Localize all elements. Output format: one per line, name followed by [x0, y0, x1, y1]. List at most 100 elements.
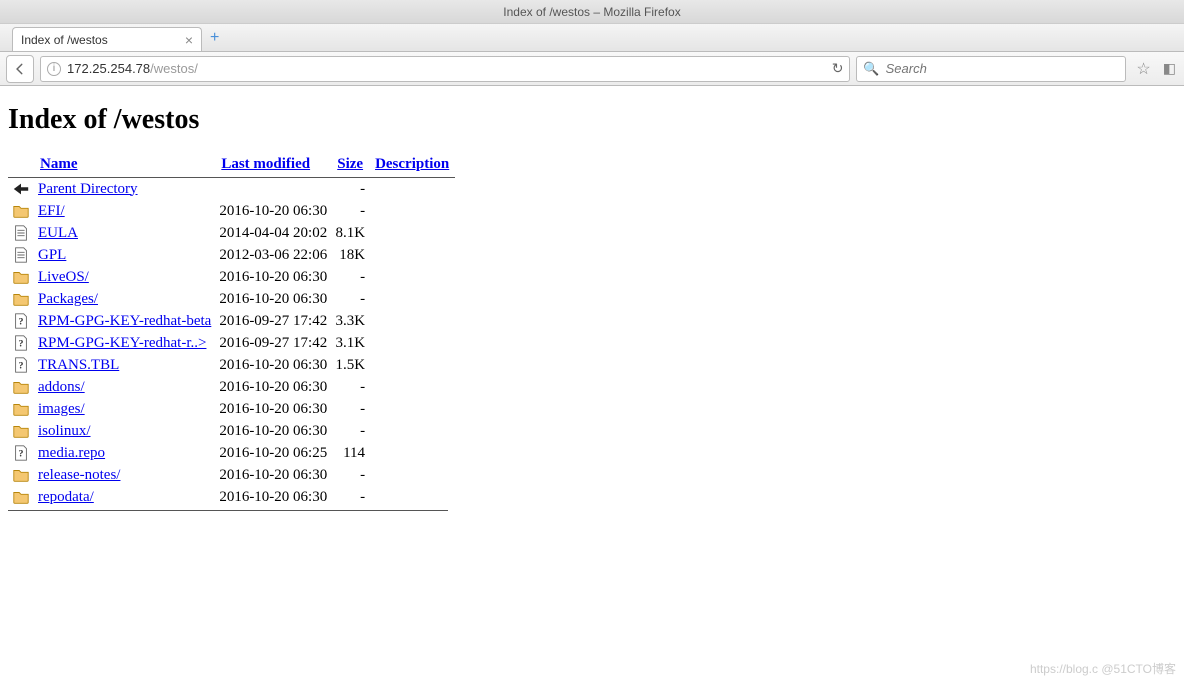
watermark: https://blog.c @51CTO博客: [1030, 660, 1176, 677]
svg-text:?: ?: [19, 339, 24, 350]
file-size: -: [331, 266, 369, 288]
table-row: EULA 2014-04-04 20:028.1K: [8, 222, 455, 244]
file-modified: 2016-10-20 06:30: [215, 288, 331, 310]
file-modified: [215, 178, 331, 201]
page-content: Index of /westos Name Last modified Size…: [0, 86, 1184, 525]
file-desc: [369, 398, 455, 420]
file-link[interactable]: media.repo: [38, 445, 105, 461]
bookmark-star-icon[interactable]: ☆: [1132, 59, 1154, 79]
file-modified: 2016-10-20 06:30: [215, 266, 331, 288]
table-row: GPL2012-03-06 22:0618K: [8, 244, 455, 266]
file-link[interactable]: release-notes/: [38, 467, 120, 483]
file-modified: 2016-10-20 06:30: [215, 420, 331, 442]
url-host: 172.25.254.78: [67, 61, 150, 76]
file-desc: [369, 244, 455, 266]
file-modified: 2016-10-20 06:30: [215, 464, 331, 486]
svg-text:?: ?: [19, 361, 24, 372]
file-size: 8.1K: [331, 222, 369, 244]
file-desc: [369, 486, 455, 508]
file-link[interactable]: images/: [38, 401, 85, 417]
unknown-icon: ?: [8, 332, 34, 354]
folder-icon: [8, 464, 34, 486]
url-bar[interactable]: i 172.25.254.78/westos/ ↻: [40, 56, 850, 82]
file-link[interactable]: GPL: [38, 247, 66, 263]
table-row: ?RPM-GPG-KEY-redhat-beta2016-09-27 17:42…: [8, 310, 455, 332]
file-size: -: [331, 464, 369, 486]
folder-icon: [8, 376, 34, 398]
file-modified: 2016-10-20 06:30: [215, 200, 331, 222]
col-desc[interactable]: Description: [375, 156, 449, 172]
table-row: addons/2016-10-20 06:30-: [8, 376, 455, 398]
folder-icon: [8, 398, 34, 420]
info-icon[interactable]: i: [47, 62, 61, 76]
file-desc: [369, 178, 455, 201]
search-bar[interactable]: 🔍: [856, 56, 1126, 82]
file-link[interactable]: TRANS.TBL: [38, 357, 119, 373]
file-modified: 2014-04-04 20:02: [215, 222, 331, 244]
file-modified: 2016-09-27 17:42: [215, 332, 331, 354]
new-tab-button[interactable]: +: [210, 29, 219, 51]
table-row: ? RPM-GPG-KEY-redhat-r..> 2016-09-27 17:42…: [8, 332, 455, 354]
folder-icon: [8, 266, 34, 288]
table-row: EFI/2016-10-20 06:30-: [8, 200, 455, 222]
file-size: -: [331, 398, 369, 420]
file-link[interactable]: RPM-GPG-KEY-redhat-beta: [38, 313, 211, 329]
file-modified: 2016-10-20 06:30: [215, 376, 331, 398]
file-link[interactable]: EFI/: [38, 203, 65, 219]
file-link[interactable]: repodata/: [38, 489, 94, 505]
file-desc: [369, 376, 455, 398]
reload-icon[interactable]: ↻: [832, 60, 844, 77]
file-link[interactable]: Packages/: [38, 291, 98, 307]
table-row: LiveOS/2016-10-20 06:30-: [8, 266, 455, 288]
file-size: -: [331, 420, 369, 442]
unknown-icon: ?: [8, 442, 34, 464]
file-size: -: [331, 486, 369, 508]
file-link[interactable]: addons/: [38, 379, 85, 395]
file-modified: 2012-03-06 22:06: [215, 244, 331, 266]
folder-icon: [8, 288, 34, 310]
search-input[interactable]: [884, 60, 1120, 77]
search-icon: 🔍: [863, 61, 879, 77]
nav-bar: i 172.25.254.78/westos/ ↻ 🔍 ☆ ◧: [0, 52, 1184, 86]
col-modified[interactable]: Last modified: [221, 156, 310, 172]
page-title: Index of /westos: [8, 104, 1176, 136]
file-modified: 2016-10-20 06:30: [215, 398, 331, 420]
folder-icon: [8, 420, 34, 442]
close-icon[interactable]: ×: [185, 32, 193, 48]
col-size[interactable]: Size: [337, 156, 363, 172]
tab-bar: Index of /westos × +: [0, 24, 1184, 52]
directory-listing: Name Last modified Size Description Pare…: [8, 152, 455, 508]
back-button[interactable]: [6, 55, 34, 83]
back-icon: [8, 178, 34, 201]
back-arrow-icon: [13, 62, 27, 76]
svg-text:?: ?: [19, 317, 24, 328]
file-link[interactable]: LiveOS/: [38, 269, 89, 285]
table-row: repodata/2016-10-20 06:30-: [8, 486, 455, 508]
text-icon: [8, 222, 34, 244]
file-desc: [369, 332, 455, 354]
file-size: 3.3K: [331, 310, 369, 332]
file-link[interactable]: EULA: [38, 225, 78, 241]
file-desc: [369, 354, 455, 376]
folder-icon: [8, 200, 34, 222]
sidebar-toggle-icon[interactable]: ◧: [1161, 60, 1178, 77]
window-title: Index of /westos – Mozilla Firefox: [0, 0, 1184, 24]
file-modified: 2016-10-20 06:30: [215, 354, 331, 376]
browser-tab[interactable]: Index of /westos ×: [12, 27, 202, 51]
col-name[interactable]: Name: [40, 156, 78, 172]
folder-icon: [8, 486, 34, 508]
file-size: 1.5K: [331, 354, 369, 376]
text-icon: [8, 244, 34, 266]
file-size: 3.1K: [331, 332, 369, 354]
table-row: isolinux/2016-10-20 06:30-: [8, 420, 455, 442]
table-row: release-notes/2016-10-20 06:30-: [8, 464, 455, 486]
table-row: Parent Directory-: [8, 178, 455, 201]
table-row: images/2016-10-20 06:30-: [8, 398, 455, 420]
file-link[interactable]: RPM-GPG-KEY-redhat-r..>: [38, 335, 206, 351]
file-desc: [369, 464, 455, 486]
file-link[interactable]: Parent Directory: [38, 181, 138, 197]
file-link[interactable]: isolinux/: [38, 423, 91, 439]
file-desc: [369, 222, 455, 244]
file-desc: [369, 288, 455, 310]
url-path: /westos/: [150, 61, 198, 76]
